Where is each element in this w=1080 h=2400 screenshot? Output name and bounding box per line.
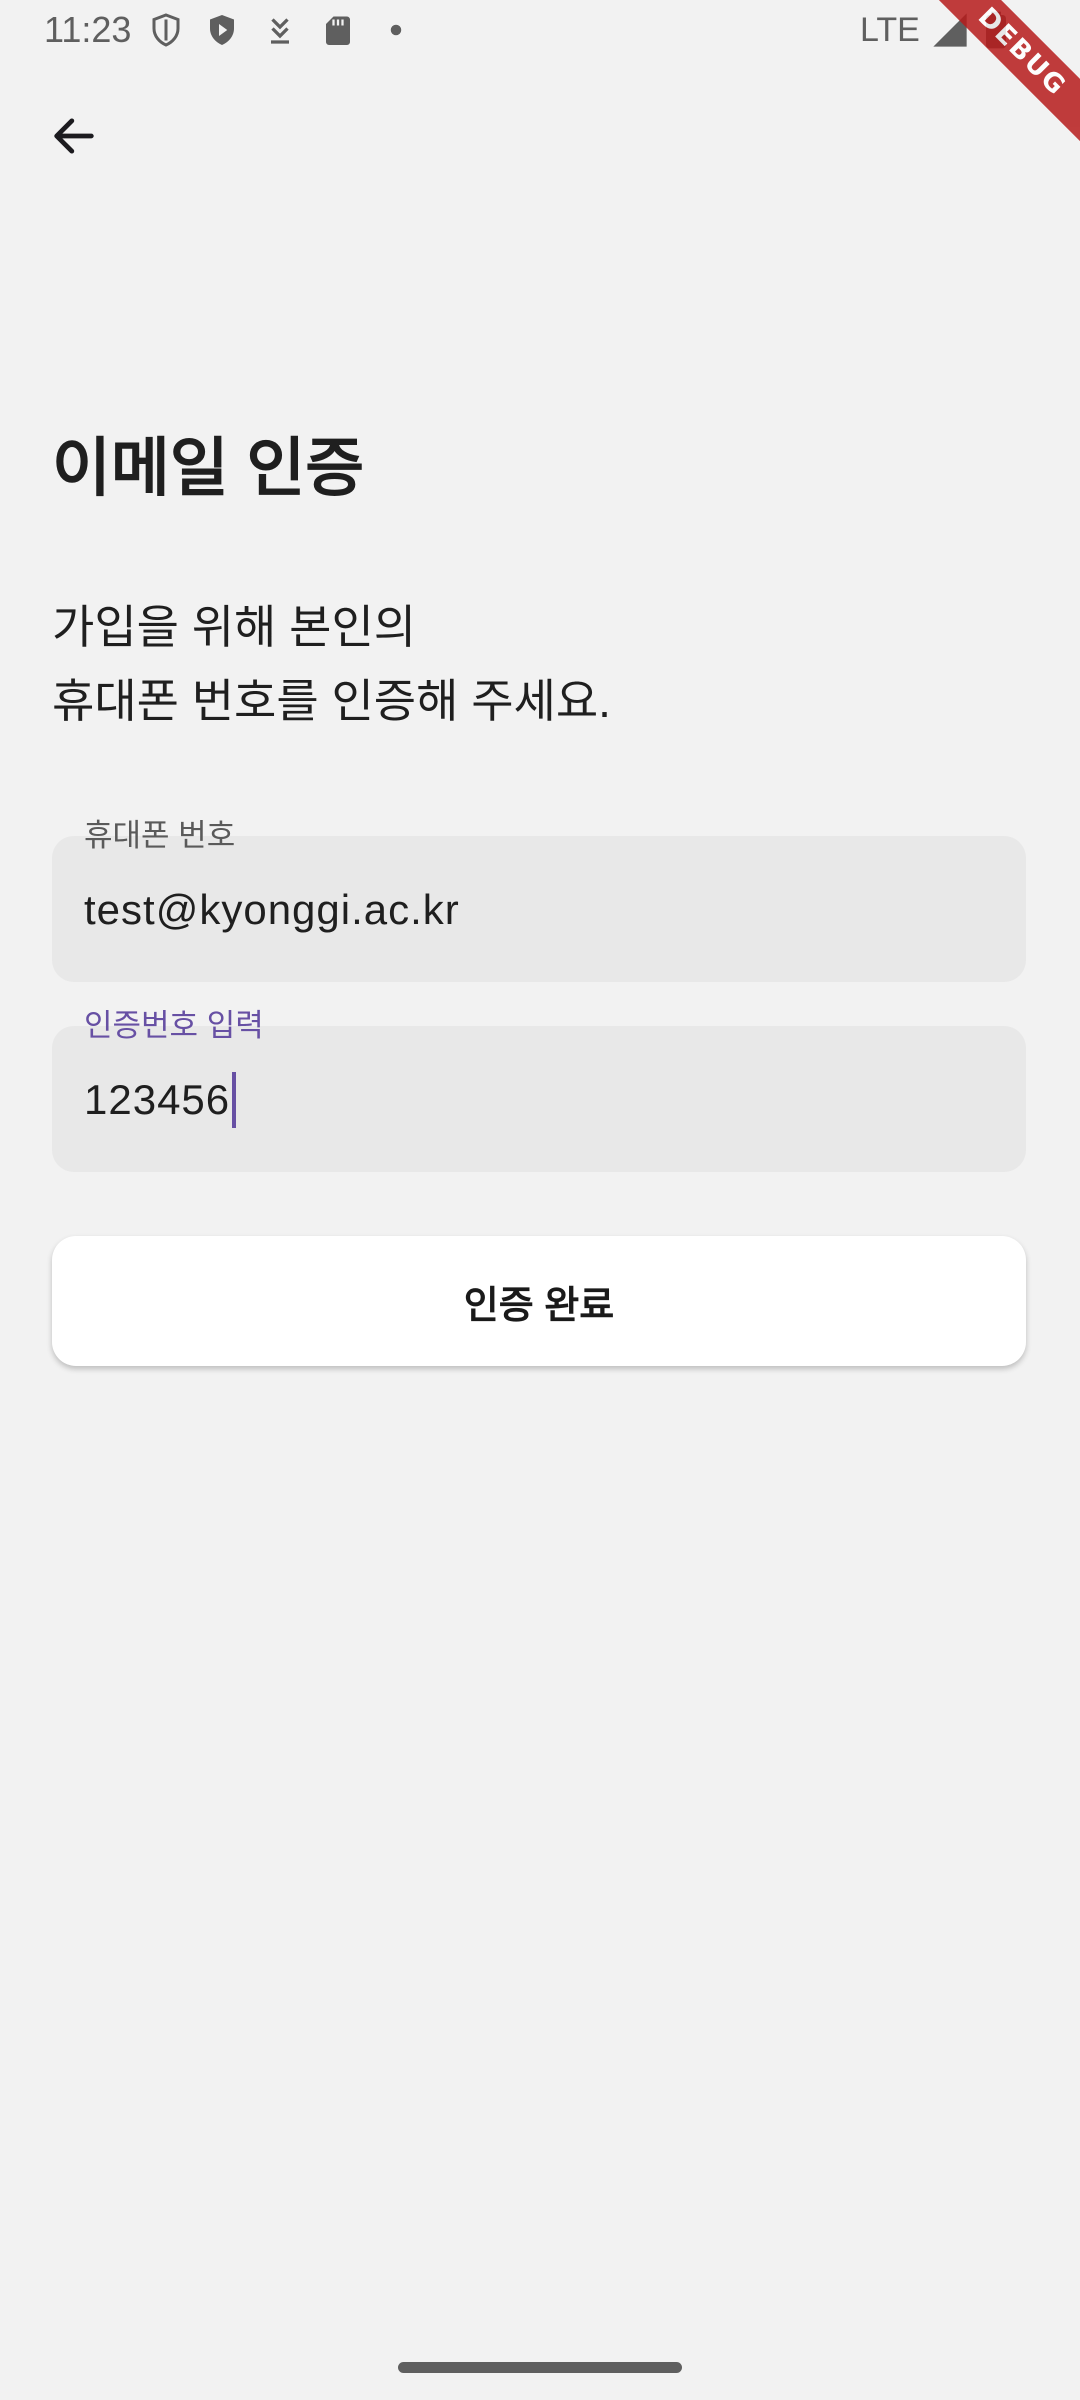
download-icon — [271, 18, 289, 44]
email-verification-screen: 11:23 LTE DEBUG 이메일 인증 가입을 위해 본인의 휴대폰 번호… — [0, 0, 1080, 2400]
arrow-back-icon — [54, 118, 94, 154]
play-protect-icon — [210, 15, 234, 45]
subtitle-line-2: 휴대폰 번호를 인증해 주세요. — [52, 675, 611, 727]
home-indicator[interactable] — [398, 2362, 682, 2373]
phone-number-field[interactable]: 휴대폰 번호 test@kyonggi.ac.kr — [52, 818, 1026, 982]
text-cursor — [232, 1072, 237, 1128]
verify-complete-button[interactable]: 인증 완료 — [52, 1236, 1026, 1366]
verification-code-field[interactable]: 인증번호 입력 123456 — [52, 1008, 1026, 1172]
verification-code-label: 인증번호 입력 — [84, 1008, 264, 1043]
subtitle-line-1: 가입을 위해 본인의 — [52, 601, 417, 653]
status-time: 11:23 — [44, 9, 132, 50]
verification-code-value: 123456 — [84, 1076, 231, 1123]
back-button[interactable] — [34, 96, 114, 176]
page-title: 이메일 인증 — [52, 432, 365, 504]
verification-code-input[interactable]: 123456 — [84, 1072, 237, 1128]
status-bar: 11:23 LTE — [0, 0, 1080, 62]
shield-outline-icon — [152, 13, 180, 47]
phone-number-value: test@kyonggi.ac.kr — [84, 886, 460, 933]
phone-number-label: 휴대폰 번호 — [84, 818, 236, 853]
dot-icon — [390, 24, 402, 36]
page-subtitle: 가입을 위해 본인의 휴대폰 번호를 인증해 주세요. — [52, 590, 611, 738]
sd-card-icon — [326, 16, 350, 45]
network-type: LTE — [860, 11, 920, 49]
